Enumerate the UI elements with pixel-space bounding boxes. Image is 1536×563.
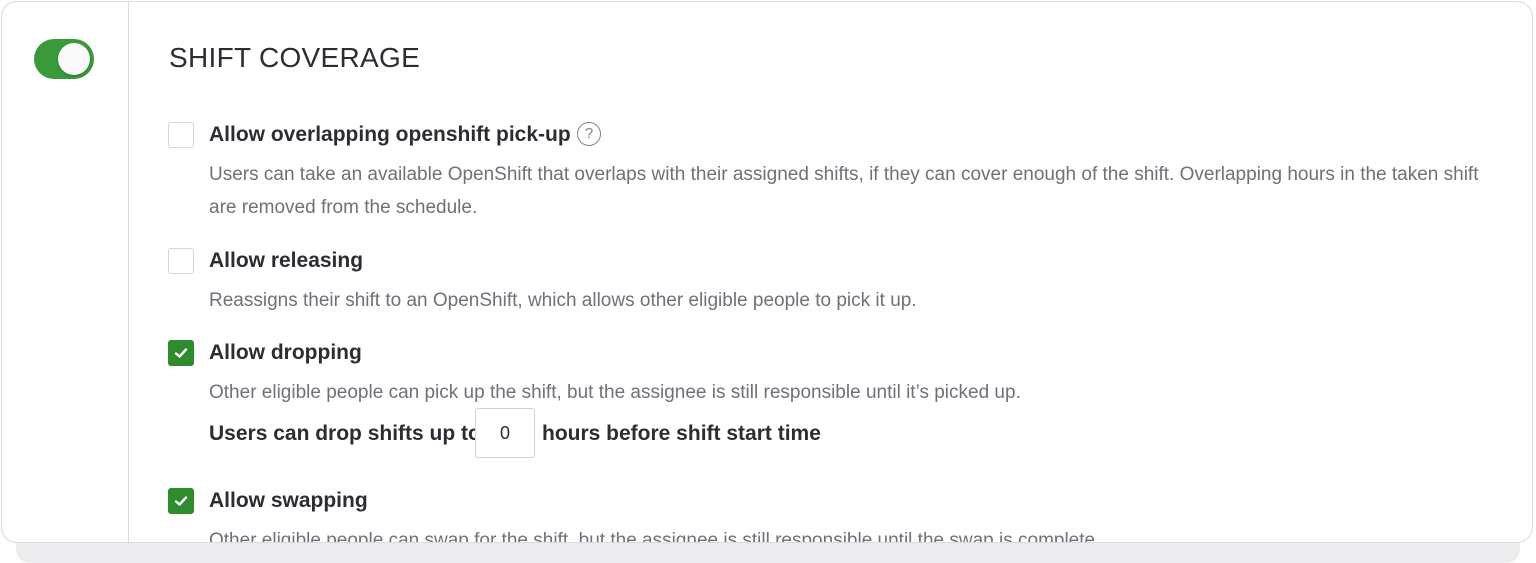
help-icon[interactable]: ?	[577, 122, 601, 146]
releasing-checkbox[interactable]	[168, 248, 194, 274]
dropping-checkbox[interactable]	[168, 340, 194, 366]
releasing-description: Reassigns their shift to an OpenShift, w…	[209, 290, 917, 311]
section-title: SHIFT COVERAGE	[169, 42, 421, 73]
drop-hours-row: Users can drop shifts up to hours before…	[209, 407, 1109, 459]
dropping-label: Allow dropping	[209, 341, 362, 364]
swapping-label: Allow swapping	[209, 489, 368, 512]
releasing-label: Allow releasing	[209, 249, 364, 272]
overlapping-pickup-checkbox[interactable]	[168, 122, 194, 148]
drop-hours-suffix: hours before shift start time	[542, 422, 821, 445]
card-shadow	[16, 543, 1520, 563]
overlapping-pickup-label: Allow overlapping openshift pick-up	[209, 123, 571, 146]
overlapping-pickup-description: Users can take an available OpenShift th…	[209, 164, 1479, 218]
check-icon	[174, 348, 188, 358]
drop-hours-prefix: Users can drop shifts up to	[209, 422, 481, 445]
toggle-knob	[58, 43, 90, 75]
dropping-description: Other eligible people can pick up the sh…	[209, 382, 1021, 403]
swapping-checkbox[interactable]	[168, 488, 194, 514]
swapping-description: Other eligible people can swap for the s…	[209, 530, 1101, 543]
check-icon	[174, 496, 188, 506]
drop-hours-input[interactable]	[475, 408, 535, 458]
section-enable-toggle[interactable]	[34, 39, 94, 79]
shift-coverage-card: SHIFT COVERAGE Allow overlapping openshi…	[1, 1, 1533, 543]
toggle-column	[2, 2, 129, 542]
